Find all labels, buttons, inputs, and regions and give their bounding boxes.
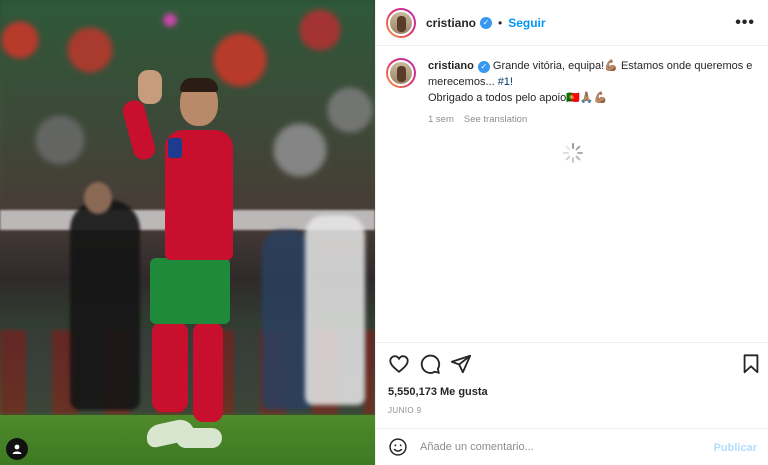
caption-line-2: Obrigado a todos pelo apoio🇵🇹🙏🏽💪🏽 [428,92,608,104]
player-hair [180,78,218,92]
player-hands [138,70,162,104]
caption: cristiano ✓ Grande vitória, equipa!💪🏽 Est… [386,58,756,106]
verified-icon: ✓ [477,61,490,73]
player-leg [193,322,223,422]
see-translation-link[interactable]: See translation [464,114,527,125]
post-photo[interactable] [0,0,375,465]
emoji-icon[interactable] [388,437,408,457]
share-icon[interactable] [450,353,472,375]
verified-icon: ✓ [480,16,493,29]
background-person [70,200,140,410]
avatar[interactable] [386,58,416,88]
comment-icon[interactable] [419,353,441,375]
post-date[interactable]: JUNIO 9 [388,406,421,415]
background-person-head [84,182,112,214]
likes-count[interactable]: 5,550,173 Me gusta [388,386,488,398]
username-link[interactable]: cristiano [426,16,476,30]
hashtag-link[interactable]: #1! [498,76,513,88]
caption-username[interactable]: cristiano [428,60,474,72]
caption-text: cristiano ✓ Grande vitória, equipa!💪🏽 Est… [428,58,753,106]
follow-button[interactable]: Seguir [508,16,545,30]
post-header: cristiano ✓ • Seguir ••• [376,0,768,46]
separator-dot: • [498,15,503,30]
heart-icon[interactable] [388,353,410,375]
captain-armband [168,138,182,158]
post-comment-button[interactable]: Publicar [714,442,757,454]
more-options-icon[interactable]: ••• [735,14,755,32]
background-person [305,215,365,405]
comment-input[interactable] [420,441,700,453]
caption-line-1: Grande vitória, equipa!💪🏽 Estamos onde q… [428,60,753,88]
time-ago[interactable]: 1 sem [428,114,454,125]
player-leg [152,322,188,412]
caption-meta: 1 sem See translation [428,114,527,125]
post-side-panel: cristiano ✓ • Seguir ••• cristiano ✓ Gran… [375,0,768,465]
action-bar [376,342,768,382]
avatar[interactable] [386,7,416,38]
bookmark-icon[interactable] [740,353,762,375]
player-shorts [150,258,230,324]
player-boot [176,428,222,448]
comment-bar: Publicar [376,428,768,465]
loading-spinner-icon [562,142,584,164]
user-tag-icon[interactable] [6,438,28,460]
